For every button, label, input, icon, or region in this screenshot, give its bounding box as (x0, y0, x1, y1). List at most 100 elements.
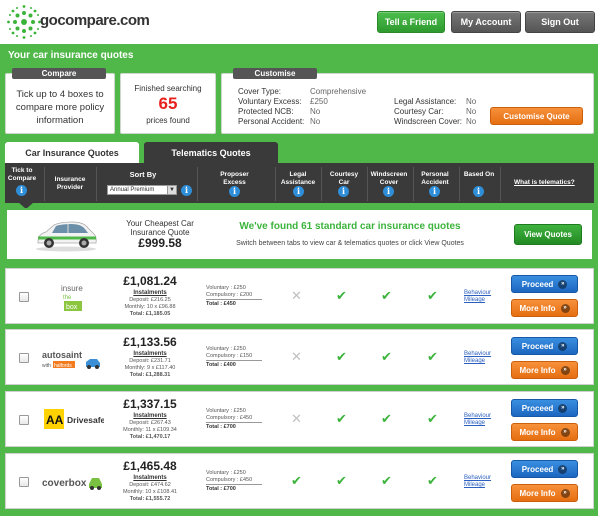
personal-accident-tick-icon: ✔ (427, 411, 438, 426)
compare-instructions: Tick up to 4 boxes to compare more polic… (15, 89, 105, 126)
instalments-link[interactable]: Instalments (110, 475, 190, 481)
more-info-button[interactable]: More Info» (511, 423, 578, 441)
windscreen-tick-icon: ✔ (381, 288, 392, 303)
arrow-right-icon: » (558, 403, 568, 413)
accident-info-icon[interactable]: i (429, 186, 440, 197)
col-separator (367, 167, 368, 201)
annual-premium: £1,337.15 (123, 397, 177, 411)
customise-quote-button[interactable]: Customise Quote (490, 107, 583, 125)
based-on-link[interactable]: Behaviour Mileage (464, 351, 494, 365)
proceed-button[interactable]: Proceed» (511, 399, 578, 417)
voluntary-excess: Voluntary : £250 (206, 285, 246, 291)
col-sort-by: Sort By (129, 170, 157, 179)
personal-accident-tick-icon: ✔ (427, 473, 438, 488)
tell-a-friend-button[interactable]: Tell a Friend (377, 11, 445, 33)
col-proposer-excess: Proposer Excess (220, 171, 249, 186)
excess-info-icon[interactable]: i (229, 186, 240, 197)
compulsory-excess: Compulsory : £450 (206, 415, 253, 421)
windscreen-info-icon[interactable]: i (383, 186, 394, 197)
col-separator (44, 167, 45, 201)
tab-telematics-quotes[interactable]: Telematics Quotes (144, 142, 278, 163)
chevron-down-icon[interactable]: ▼ (167, 185, 177, 195)
gocompare-logo-text[interactable]: gocompare.com (40, 12, 150, 29)
arrow-right-icon: » (558, 341, 568, 351)
courtesy-info-icon[interactable]: i (338, 186, 349, 197)
excess-total: Total : £400 (206, 360, 262, 368)
based-on-info-icon[interactable]: i (473, 186, 484, 197)
deposit-amount: Deposit: £474.62 (129, 482, 171, 488)
tick-info-icon[interactable]: i (16, 185, 27, 196)
proceed-button[interactable]: Proceed» (511, 460, 578, 478)
protected-ncb-value: No (310, 107, 321, 116)
aa-drivesafe-logo: AA Drivesafe (44, 409, 104, 429)
compare-checkbox[interactable] (19, 477, 29, 487)
compare-checkbox[interactable] (19, 353, 29, 363)
panel-title: Your car insurance quotes (8, 50, 134, 61)
monthly-amount: Monthly: 10 x £108.41 (122, 489, 178, 495)
based-on-link[interactable]: Behaviour Mileage (464, 290, 494, 304)
courtesy-car-value: No (466, 107, 477, 116)
windscreen-cover-value: No (466, 117, 477, 126)
based-on-link[interactable]: Behaviour Mileage (464, 475, 494, 489)
svg-text:with: with (42, 363, 51, 369)
instalment-total: Total: £1,288.31 (129, 372, 171, 378)
based-on-link[interactable]: Behaviour Mileage (464, 413, 494, 427)
no-legal-assistance-icon: ✕ (291, 288, 302, 303)
voluntary-excess: Voluntary : £250 (206, 408, 246, 414)
tab-car-insurance-quotes[interactable]: Car Insurance Quotes (5, 142, 139, 163)
windscreen-tick-icon: ✔ (381, 411, 392, 426)
arrow-right-icon: » (558, 279, 568, 289)
prices-found-label: prices found (146, 116, 190, 125)
sign-out-button[interactable]: Sign Out (525, 11, 595, 33)
voluntary-excess-value: £250 (310, 97, 328, 106)
quotes-found-heading: We've found 61 standard car insurance qu… (239, 221, 461, 232)
more-info-button[interactable]: More Info» (511, 299, 578, 317)
windscreen-tick-icon: ✔ (381, 473, 392, 488)
svg-text:coverbox: coverbox (42, 478, 87, 489)
col-personal-accident: Personal Accident (421, 171, 449, 186)
deposit-amount: Deposit: £216.25 (129, 297, 171, 303)
svg-text:the: the (63, 295, 72, 301)
prices-found-count: 65 (158, 94, 178, 113)
voluntary-excess-label: Voluntary Excess: (238, 97, 302, 106)
cheapest-quote-label: Your Cheapest Car Insurance Quote (126, 219, 194, 237)
instalment-total: Total: £1,185.05 (129, 311, 171, 317)
what-is-telematics-link[interactable]: What is telematics? (514, 179, 575, 186)
compare-checkbox[interactable] (19, 292, 29, 302)
cheapest-quote-price: £999.58 (138, 236, 182, 250)
monthly-amount: Monthly: 10 x £96.88 (124, 304, 176, 310)
col-legal-assistance: Legal Assistance (280, 171, 316, 186)
instalments-link[interactable]: Instalments (110, 351, 190, 357)
view-quotes-button[interactable]: View Quotes (514, 224, 582, 245)
more-info-button[interactable]: More Info» (511, 484, 578, 502)
legal-info-icon[interactable]: i (293, 186, 304, 197)
instalments-link[interactable]: Instalments (110, 413, 190, 419)
compulsory-excess: Compulsory : £450 (206, 477, 253, 483)
personal-accident-tick-icon: ✔ (427, 288, 438, 303)
courtesy-car-tick-icon: ✔ (336, 288, 347, 303)
excess-total: Total : £700 (206, 422, 262, 430)
windscreen-tick-icon: ✔ (381, 349, 392, 364)
col-separator (96, 167, 97, 201)
my-account-button[interactable]: My Account (451, 11, 521, 33)
courtesy-car-tick-icon: ✔ (336, 473, 347, 488)
customise-quotes-tag: Customise quotes (233, 68, 317, 89)
no-legal-assistance-icon: ✕ (291, 411, 302, 426)
arrow-right-icon: » (560, 365, 570, 375)
compare-checkbox[interactable] (19, 415, 29, 425)
arrow-right-icon: » (560, 488, 570, 498)
voluntary-excess: Voluntary : £250 (206, 470, 246, 476)
col-separator (321, 167, 322, 201)
instalments-link[interactable]: Instalments (110, 290, 190, 296)
more-info-button[interactable]: More Info» (511, 361, 578, 379)
col-insurance-provider: Insurance Provider (54, 176, 86, 191)
annual-premium: £1,133.56 (123, 335, 177, 349)
svg-text:halfords: halfords (54, 363, 72, 369)
arrow-right-icon: » (560, 427, 570, 437)
no-legal-assistance-icon: ✕ (291, 349, 302, 364)
arrow-right-icon: » (558, 464, 568, 474)
proceed-button[interactable]: Proceed» (511, 275, 578, 293)
instalment-total: Total: £1,555.72 (129, 496, 171, 502)
sort-info-icon[interactable]: i (181, 185, 192, 196)
proceed-button[interactable]: Proceed» (511, 337, 578, 355)
